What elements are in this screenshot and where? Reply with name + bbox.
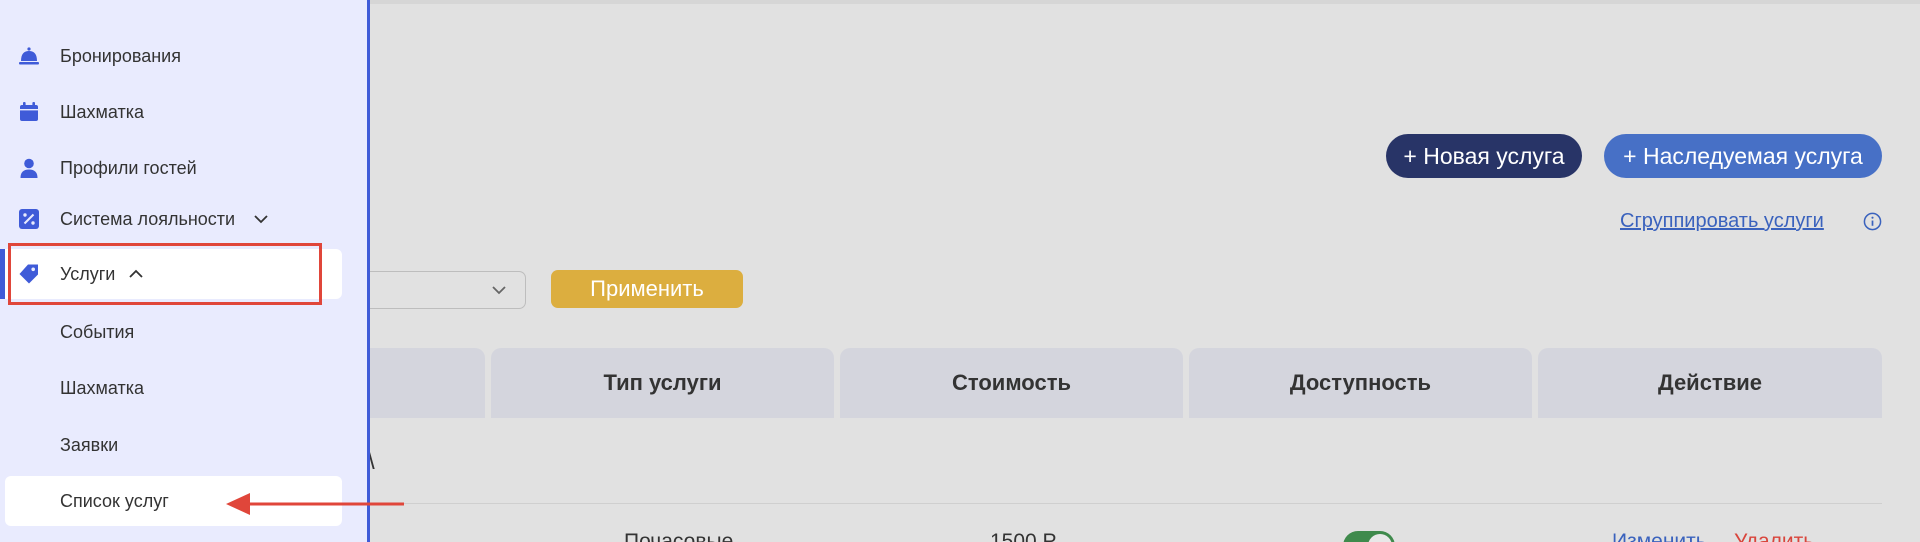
sidebar-item-chessboard[interactable]: Шахматка xyxy=(0,87,342,137)
sidebar-subitem-label: Шахматка xyxy=(60,378,145,398)
row-price: 1500 Р xyxy=(990,530,1057,542)
sidebar-item-label: Профили гостей xyxy=(60,158,197,178)
new-service-button[interactable]: + Новая услуга xyxy=(1386,134,1582,178)
table-header-availability: Доступность xyxy=(1189,348,1532,418)
annotation-arrow-icon xyxy=(226,493,404,515)
sidebar-item-services[interactable]: Услуги xyxy=(0,249,342,299)
sidebar-item-loyalty[interactable]: Система лояльности xyxy=(0,194,342,244)
row-divider xyxy=(300,503,1882,504)
calendar-icon xyxy=(20,102,38,121)
edit-link[interactable]: Изменить xyxy=(1612,530,1707,542)
user-icon xyxy=(20,158,38,178)
chevron-up-icon xyxy=(129,269,143,278)
sidebar: Бронирования Шахматка Профили гостей Сис… xyxy=(0,0,370,542)
inherited-service-button[interactable]: + Наследуемая услуга xyxy=(1604,134,1882,178)
sidebar-item-label: Бронирования xyxy=(60,46,181,66)
tag-icon xyxy=(19,264,38,284)
info-icon[interactable] xyxy=(1863,212,1882,231)
toggle-knob xyxy=(1368,534,1392,542)
table-header-type: Тип услуги xyxy=(491,348,834,418)
sidebar-subitem-label: Список услуг xyxy=(60,491,169,511)
table-header-action: Действие xyxy=(1538,348,1882,418)
bell-icon xyxy=(19,47,39,65)
sidebar-item-label: Шахматка xyxy=(60,102,145,122)
sidebar-item-label: Услуги xyxy=(60,264,116,284)
percent-icon xyxy=(19,209,39,229)
sidebar-item-guest-profiles[interactable]: Профили гостей xyxy=(0,143,342,193)
sidebar-subitem-label: События xyxy=(60,322,135,342)
sidebar-subitem-requests[interactable]: Заявки xyxy=(0,420,342,470)
chevron-down-icon xyxy=(254,215,268,224)
delete-link[interactable]: Удалить xyxy=(1734,530,1814,542)
sidebar-subitem-events[interactable]: События xyxy=(0,307,342,357)
apply-button[interactable]: Применить xyxy=(551,270,743,308)
availability-toggle[interactable] xyxy=(1343,531,1395,542)
sidebar-item-bookings[interactable]: Бронирования xyxy=(0,31,342,81)
sidebar-subitem-chessboard[interactable]: Шахматка xyxy=(0,363,342,413)
chevron-down-icon xyxy=(492,286,506,295)
row-type: Почасовые xyxy=(624,530,734,542)
table-header-price: Стоимость xyxy=(840,348,1183,418)
group-services-link[interactable]: Сгруппировать услуги xyxy=(1620,210,1824,233)
sidebar-subitem-label: Заявки xyxy=(60,435,119,455)
sidebar-item-label: Система лояльности xyxy=(60,209,236,229)
